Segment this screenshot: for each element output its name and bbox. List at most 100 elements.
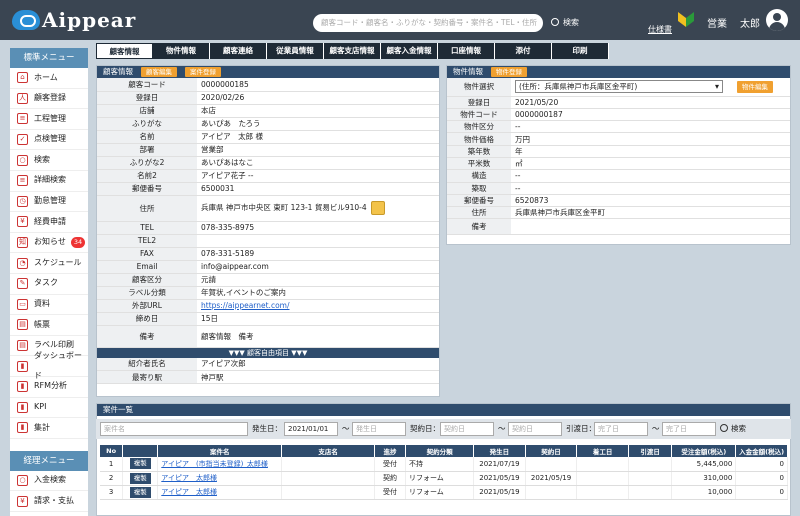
tab-8[interactable]: 印刷 [552,43,609,59]
tab-2[interactable]: 顧客連絡 [210,43,267,59]
customer-field-value: 2020/02/26 [201,93,245,102]
contract-date-from-input[interactable]: 契約日 [440,422,494,436]
case-start: 2021/07/19 [479,459,520,468]
column-header[interactable]: 引渡日 [628,445,673,457]
table-cell [281,457,376,472]
sidebar-item-form[interactable]: ▤ 帳票 [10,315,88,336]
table-row[interactable]: 2 複製 アイピア 太郎様 契約 リフォーム 2021/05/19 2021/05/19 31… [100,471,788,486]
case-start: 2021/05/19 [479,474,520,482]
handover-date-from-input[interactable]: 完了日 [594,422,648,436]
property-panel: 物件情報 物件登録 物件選択 (住所：兵庫県神戸市兵庫区金平町) 物件編集 登録… [446,65,791,245]
global-search-input[interactable]: 顧客コード・顧客名・ふりがな・契約番号・案件名・TEL・住所 [313,14,543,32]
sidebar-item-billing[interactable]: ¥ 請求・支払 [10,491,88,512]
table-cell: 0 [735,471,788,486]
table-cell: 複製 [122,457,159,472]
sidebar-item-process[interactable]: ≡ 工程管理 [10,109,88,130]
case-name-link[interactable]: アイピア 太郎様 [161,488,217,496]
handover-date-to-input[interactable]: 完了日 [662,422,716,436]
sidebar-item-label: 詳細検索 [34,175,66,185]
tilde-3: ～ [652,424,660,433]
avatar[interactable] [766,9,788,31]
sidebar-item-payment-search[interactable]: ○ 入金検索 [10,471,88,492]
customer-row: FAX 078-331-5189 [97,247,439,261]
copy-button[interactable]: 複製 [129,486,151,498]
property-select-label: 物件選択 [447,78,511,97]
case-name-link[interactable]: アイピア (市指当未登録)_太郎様 [161,460,268,468]
property-row: 築取 -- [447,182,790,195]
table-row[interactable]: 1 複製 アイピア (市指当未登録)_太郎様 受付 不持 2021/07/19 5,445,… [100,457,788,472]
sidebar-item-folder[interactable]: ▭ 資料 [10,295,88,316]
map-icon[interactable] [370,201,385,215]
sidebar-item-schedule[interactable]: ◔ スケジュール [10,253,88,274]
property-edit-button[interactable]: 物件編集 [737,80,773,93]
case-name-input[interactable]: 案件名 [100,422,248,436]
user-name[interactable]: 太郎 [740,15,760,30]
case-status: 受付 [383,459,398,468]
table-cell: 2021/05/19 [473,471,526,486]
column-header[interactable]: 発生日 [473,445,526,457]
sidebar-item-kpi[interactable]: ▮ KPI [10,398,88,419]
property-field-value [511,218,790,236]
logo[interactable]: Aippear [12,8,136,32]
copy-button[interactable]: 複製 [129,472,151,484]
property-field-value: 6520873 [511,194,790,208]
column-header[interactable]: 着工日 [576,445,629,457]
property-register-button[interactable]: 物件登録 [491,67,527,77]
property-field-label: 備考 [447,218,511,236]
sidebar-item-aggregate[interactable]: ▮ 集計 [10,418,88,439]
table-row[interactable]: 3 複製 アイピア 太郎様 受付 リフォーム 2021/05/19 10,000 0 [100,485,788,500]
case-register-button[interactable]: 案件登録 [185,67,221,77]
property-row: 備考 [447,218,790,236]
sidebar-item-detail-search[interactable]: ≡ 詳細検索 [10,171,88,192]
customer-field-label: 店舗 [97,104,197,118]
column-header[interactable]: 案件名 [157,445,283,457]
external-url-link[interactable]: https://aippearnet.com/ [201,301,289,310]
tab-1[interactable]: 物件情報 [153,43,210,59]
column-header[interactable]: No [100,445,124,457]
customer-field-value-cell: 2020/02/26 [197,91,439,105]
copy-button[interactable]: 複製 [129,458,151,470]
tab-0[interactable]: 顧客情報 [96,43,153,59]
sidebar-item-attendance[interactable]: ◷ 勤怠管理 [10,192,88,213]
customer-row: ラベル分類 年賀状,イベントのご案内 [97,286,439,300]
column-header[interactable] [122,445,159,457]
tab-3[interactable]: 従業員情報 [267,43,324,59]
customer-row: ふりがな2 あいぴあはなこ [97,156,439,170]
property-row: 構造 -- [447,169,790,183]
sidebar-item-search[interactable]: ○ 検索 [10,150,88,171]
tab-4[interactable]: 顧客支店情報 [324,43,381,59]
sidebar-item-notice[interactable]: 知お知らせ 34 [10,233,88,254]
sidebar-item-dashboard[interactable]: ▮ ダッシュボード [10,351,88,380]
column-header[interactable]: 契約分類 [405,445,475,457]
customer-edit-button[interactable]: 顧客編集 [141,67,177,77]
property-field-label: 平米数 [447,157,511,171]
customer-field-value-cell: 078-335-8975 [197,221,439,235]
customer-field-value: 本店 [201,106,216,115]
customer-row: 店舗 本店 [97,104,439,118]
sidebar-item-home[interactable]: ⌂ ホーム [10,68,88,89]
global-search-label: 検索 [563,18,579,27]
column-header[interactable]: 入金金額(税込) [735,445,788,457]
column-header[interactable]: 支店名 [281,445,376,457]
notice-count-badge: 34 [70,237,86,249]
tab-5[interactable]: 顧客入金情報 [381,43,438,59]
sidebar-item-task[interactable]: ✎ タスク [10,274,88,295]
column-header[interactable]: 受注金額(税込) [671,445,737,457]
sidebar-item-checklist[interactable]: ✓ 点検管理 [10,130,88,151]
tab-7[interactable]: 添付 [495,43,552,59]
sidebar-item-expense[interactable]: ¥ 経費申請 [10,212,88,233]
global-search-button[interactable]: 検索 [551,14,579,32]
customer-field-value: あいぴあ たろう [201,119,261,128]
case-name-link[interactable]: アイピア 太郎様 [161,474,217,482]
sidebar-item-user[interactable]: 人顧客登録 [10,89,88,110]
case-search-button[interactable]: 検索 [720,422,746,436]
column-header[interactable]: 進捗 [374,445,406,457]
column-header[interactable]: 契約日 [525,445,578,457]
contract-date-to-input[interactable]: 契約日 [508,422,562,436]
start-date-from-input[interactable]: 2021/01/01 [284,422,338,436]
spec-link[interactable]: 仕様書 [648,24,672,35]
property-select[interactable]: (住所：兵庫県神戸市兵庫区金平町) [515,80,723,94]
start-date-to-input[interactable]: 発生日 [352,422,406,436]
tab-6[interactable]: 口座情報 [438,43,495,59]
case-no: 2 [108,474,114,482]
